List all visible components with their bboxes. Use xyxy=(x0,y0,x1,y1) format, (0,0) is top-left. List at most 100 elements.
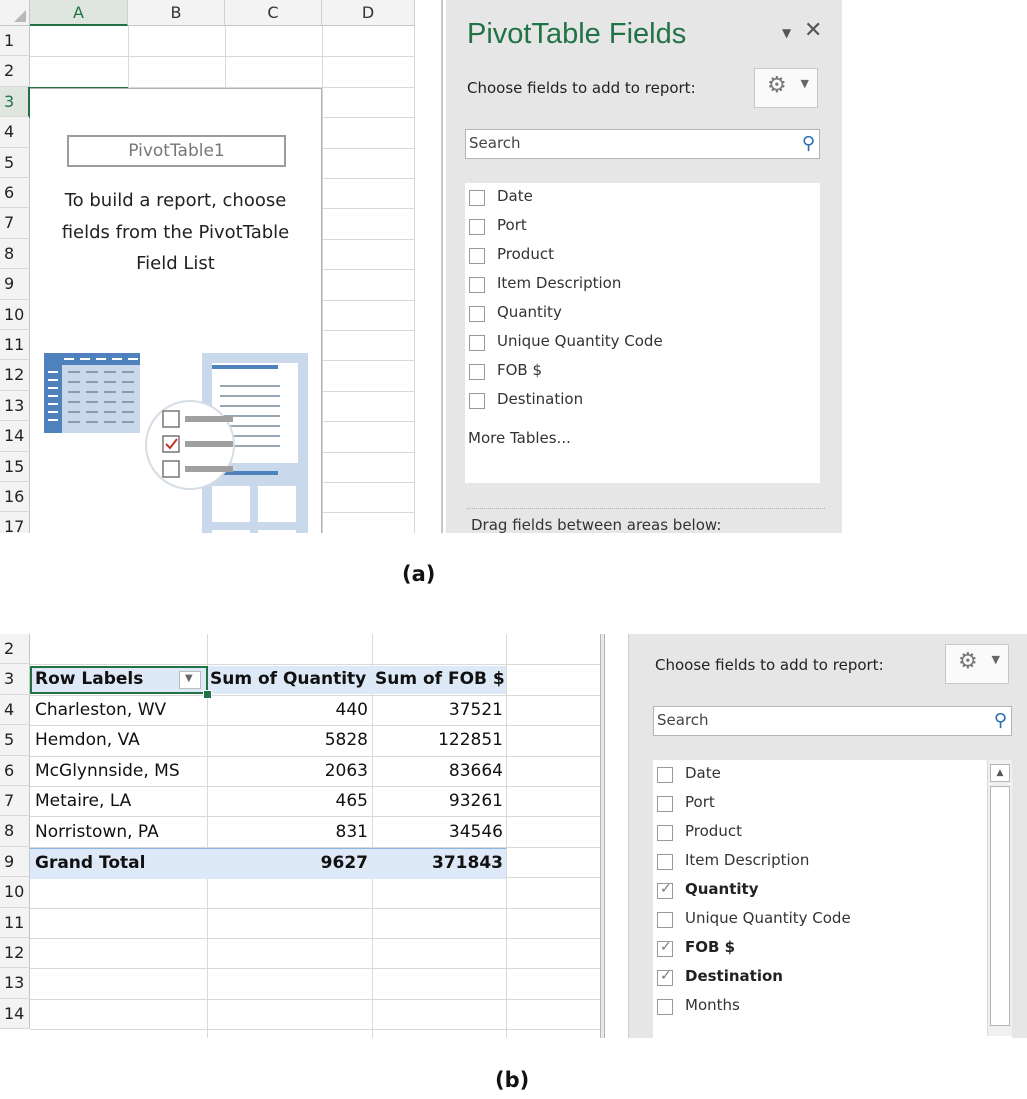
row-header-8[interactable]: 8 xyxy=(0,816,30,847)
row-header-12[interactable]: 12 xyxy=(0,938,30,969)
col-header-b[interactable]: B xyxy=(128,0,225,26)
pivot-placeholder[interactable]: PivotTable1 To build a report, choose fi… xyxy=(30,88,322,533)
field-item[interactable]: Date xyxy=(469,187,789,213)
more-tables-link[interactable]: More Tables... xyxy=(468,429,571,447)
fob-cell[interactable]: 83664 xyxy=(375,761,503,781)
filter-dropdown-button[interactable]: ▼ xyxy=(179,671,201,689)
fob-cell[interactable]: 122851 xyxy=(375,730,503,750)
field-item[interactable]: FOB $ xyxy=(657,938,977,964)
row-header-4[interactable]: 4 xyxy=(0,694,30,726)
row-header-2[interactable]: 2 xyxy=(0,56,30,87)
row-header-9[interactable]: 9 xyxy=(0,846,30,878)
row-header-11[interactable]: 11 xyxy=(0,907,30,938)
row-header-6[interactable]: 6 xyxy=(0,755,30,786)
tools-button-b[interactable]: ⚙ ▼ xyxy=(945,644,1009,684)
fob-cell[interactable]: 37521 xyxy=(375,700,503,720)
field-item[interactable]: Product xyxy=(469,245,789,271)
quantity-cell[interactable]: 831 xyxy=(210,822,368,842)
field-checkbox[interactable] xyxy=(657,796,673,812)
chevron-down-icon[interactable]: ▼ xyxy=(782,26,791,40)
row-header-7[interactable]: 7 xyxy=(0,208,30,239)
field-checkbox[interactable] xyxy=(469,190,485,206)
row-label-cell[interactable]: McGlynnside, MS xyxy=(35,761,180,781)
row-header-15[interactable]: 15 xyxy=(0,451,30,482)
field-checkbox[interactable] xyxy=(469,277,485,293)
field-item[interactable]: Product xyxy=(657,822,977,848)
field-checkbox[interactable] xyxy=(469,393,485,409)
row-header-13[interactable]: 13 xyxy=(0,968,30,999)
field-item[interactable]: Unique Quantity Code xyxy=(469,332,789,358)
field-checkbox[interactable] xyxy=(469,219,485,235)
field-item[interactable]: Destination xyxy=(657,967,977,993)
row-header-2[interactable]: 2 xyxy=(0,634,30,665)
field-item[interactable]: Quantity xyxy=(657,880,977,906)
field-item[interactable]: Item Description xyxy=(657,851,977,877)
field-item[interactable]: Port xyxy=(469,216,789,242)
row-header-6[interactable]: 6 xyxy=(0,178,30,209)
quantity-cell[interactable]: 2063 xyxy=(210,761,368,781)
field-checkbox[interactable] xyxy=(469,248,485,264)
row-header-4[interactable]: 4 xyxy=(0,117,30,148)
field-item[interactable]: Unique Quantity Code xyxy=(657,909,977,935)
pane-divider-a[interactable] xyxy=(441,0,443,533)
fob-cell[interactable]: 34546 xyxy=(375,822,503,842)
field-checkbox[interactable] xyxy=(657,968,673,986)
field-checkbox[interactable] xyxy=(657,881,673,899)
field-checkbox[interactable] xyxy=(469,306,485,322)
tools-button[interactable]: ⚙ ▼ xyxy=(754,68,818,108)
row-header-3[interactable]: 3 xyxy=(0,86,30,118)
row-label-cell[interactable]: Charleston, WV xyxy=(35,700,166,720)
row-header-14[interactable]: 14 xyxy=(0,998,30,1030)
row-header-10[interactable]: 10 xyxy=(0,299,30,330)
col-header-d[interactable]: D xyxy=(322,0,415,26)
row-label-cell[interactable]: Metaire, LA xyxy=(35,791,131,811)
field-item[interactable]: Months xyxy=(657,996,977,1022)
row-header-1[interactable]: 1 xyxy=(0,26,30,57)
select-all-corner[interactable] xyxy=(0,0,30,26)
field-checkbox[interactable] xyxy=(657,939,673,957)
row-header-9[interactable]: 9 xyxy=(0,269,30,300)
row-header-16[interactable]: 16 xyxy=(0,482,30,513)
row-label-cell[interactable]: Norristown, PA xyxy=(35,822,159,842)
field-checkbox[interactable] xyxy=(657,999,673,1015)
search-input[interactable]: Search ⚲ xyxy=(465,129,820,159)
field-checkbox[interactable] xyxy=(469,335,485,351)
fob-cell[interactable]: 93261 xyxy=(375,791,503,811)
pane-divider-b[interactable] xyxy=(600,634,605,1038)
field-item[interactable]: Destination xyxy=(469,390,789,416)
field-checkbox[interactable] xyxy=(657,912,673,928)
search-input-b[interactable]: Search ⚲ xyxy=(653,706,1012,736)
col-header-c[interactable]: C xyxy=(225,0,322,26)
fill-handle-b[interactable] xyxy=(203,690,212,699)
row-header-5[interactable]: 5 xyxy=(0,725,30,756)
scroll-up-button[interactable]: ▲ xyxy=(990,764,1010,782)
row-label-cell[interactable]: Hemdon, VA xyxy=(35,730,140,750)
quantity-cell[interactable]: 465 xyxy=(210,791,368,811)
col-header-a[interactable]: A xyxy=(30,0,128,26)
quantity-cell[interactable]: 440 xyxy=(210,700,368,720)
row-header-11[interactable]: 11 xyxy=(0,330,30,361)
field-checkbox[interactable] xyxy=(657,825,673,841)
field-item[interactable]: Quantity xyxy=(469,303,789,329)
quantity-cell[interactable]: 5828 xyxy=(210,730,368,750)
field-item[interactable]: FOB $ xyxy=(469,361,789,387)
row-header-3[interactable]: 3 xyxy=(0,664,30,695)
field-label: Item Description xyxy=(685,851,810,869)
row-header-12[interactable]: 12 xyxy=(0,360,30,391)
field-list-scrollbar[interactable]: ▲ xyxy=(987,760,1012,1036)
scroll-thumb[interactable] xyxy=(990,786,1010,1026)
row-header-5[interactable]: 5 xyxy=(0,147,30,178)
field-item[interactable]: Item Description xyxy=(469,274,789,300)
row-header-14[interactable]: 14 xyxy=(0,421,30,452)
field-item[interactable]: Date xyxy=(657,764,977,790)
row-header-10[interactable]: 10 xyxy=(0,877,30,908)
close-icon[interactable]: ✕ xyxy=(804,18,822,43)
field-item[interactable]: Port xyxy=(657,793,977,819)
row-header-17[interactable]: 17 xyxy=(0,512,30,533)
field-checkbox[interactable] xyxy=(657,767,673,783)
field-checkbox[interactable] xyxy=(657,854,673,870)
row-header-13[interactable]: 13 xyxy=(0,390,30,422)
row-header-7[interactable]: 7 xyxy=(0,786,30,817)
row-header-8[interactable]: 8 xyxy=(0,238,30,270)
field-checkbox[interactable] xyxy=(469,364,485,380)
